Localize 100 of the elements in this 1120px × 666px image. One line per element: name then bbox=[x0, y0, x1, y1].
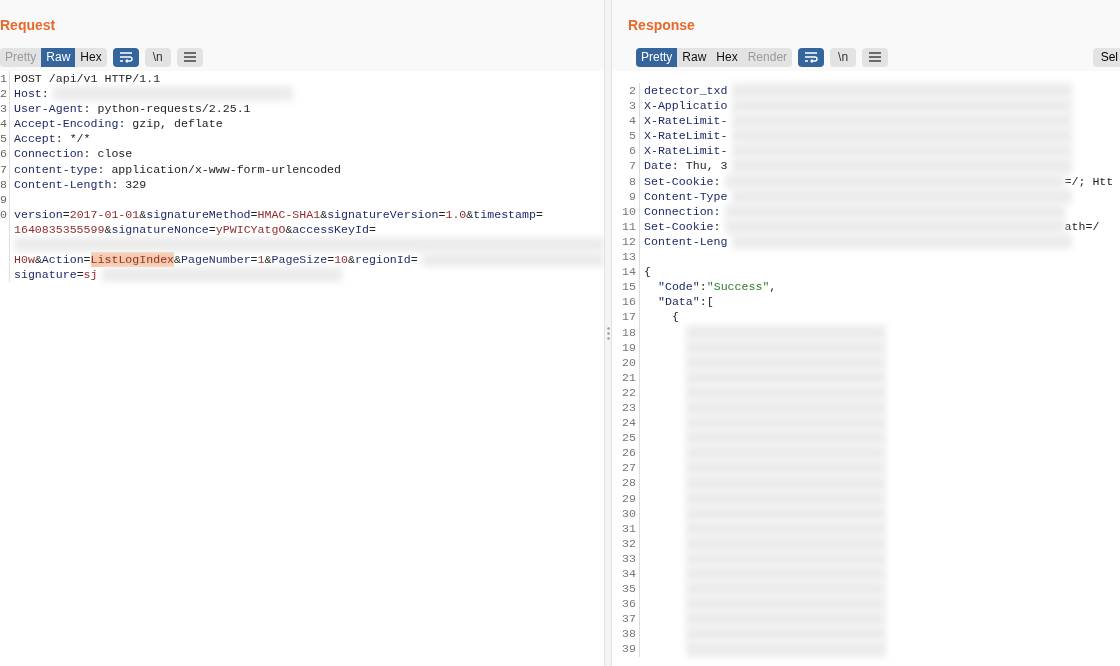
line-number: 30 bbox=[612, 505, 640, 521]
code-text: "Code" bbox=[658, 279, 700, 295]
line-number: 4 bbox=[612, 113, 640, 129]
code-text: = bbox=[83, 252, 91, 268]
code-text: POST /api/v1 HTTP/1.1 bbox=[14, 71, 161, 87]
code-text: X-RateLimit- bbox=[644, 113, 728, 129]
pane-title: Response bbox=[628, 16, 695, 34]
view-tab[interactable]: Hex bbox=[75, 47, 107, 67]
code-text: User-Agent bbox=[14, 101, 84, 117]
code-text: = bbox=[208, 221, 216, 238]
newline-toggle[interactable]: \n bbox=[144, 47, 171, 67]
code-text: = bbox=[410, 252, 418, 268]
menu-button[interactable] bbox=[176, 47, 203, 67]
code-text: , bbox=[769, 279, 777, 295]
word-wrap-button[interactable] bbox=[798, 47, 825, 67]
line-number: 22 bbox=[612, 384, 640, 400]
code-text: = bbox=[250, 206, 258, 222]
view-tab[interactable]: Raw bbox=[677, 47, 712, 67]
code-text: = bbox=[76, 267, 84, 283]
line-number: 4 bbox=[0, 116, 10, 132]
code-text: "Success" bbox=[706, 279, 770, 295]
code-text: & bbox=[285, 221, 293, 238]
line-number: 21 bbox=[612, 369, 640, 385]
code-text: 1.0 bbox=[445, 206, 467, 222]
code-text: signatureVersion bbox=[327, 206, 439, 222]
code-text: : bbox=[713, 218, 721, 234]
code-text: Content-Length bbox=[14, 176, 112, 192]
line-number: 32 bbox=[612, 535, 640, 551]
code-text: Content-Leng bbox=[644, 233, 728, 250]
line-number: 1 bbox=[0, 71, 10, 87]
code-text: Host bbox=[14, 86, 42, 102]
code-text: : bbox=[41, 86, 49, 102]
line-number: 39 bbox=[612, 641, 640, 657]
drag-handle-icon[interactable] bbox=[606, 326, 610, 340]
code-text: & bbox=[104, 221, 112, 238]
line-number: 7 bbox=[612, 158, 640, 174]
code-text: signatureNonce bbox=[111, 221, 209, 238]
line-number: 11 bbox=[612, 218, 640, 234]
line-number: 0 bbox=[0, 206, 10, 283]
code-text: : */* bbox=[55, 131, 91, 147]
code-text: detector_txd bbox=[644, 83, 728, 99]
line-number: 38 bbox=[612, 626, 640, 642]
line-number: 9 bbox=[0, 191, 10, 207]
code-text: PageNumber bbox=[181, 252, 251, 268]
view-tab[interactable]: Pretty bbox=[636, 47, 678, 67]
select-button[interactable]: Sel bbox=[1092, 47, 1120, 67]
view-tab[interactable]: Hex bbox=[711, 47, 743, 67]
code-text: accessKeyId bbox=[292, 221, 369, 238]
line-number: 6 bbox=[612, 143, 640, 159]
code-text: 1640835355599 bbox=[14, 221, 105, 238]
code-text: 1 bbox=[257, 252, 265, 268]
line-number: 7 bbox=[0, 161, 10, 177]
code-text: X-RateLimit- bbox=[644, 143, 728, 159]
code-text: signatureMethod bbox=[146, 206, 251, 222]
line-number: 35 bbox=[612, 581, 640, 597]
code-text: PageSize bbox=[271, 252, 328, 268]
code-text: = bbox=[327, 252, 335, 268]
line-number: 17 bbox=[612, 309, 640, 325]
code-text: :[ bbox=[699, 294, 714, 310]
line-number: 16 bbox=[612, 294, 640, 310]
code-text: : python-requests/2.25.1 bbox=[83, 101, 251, 117]
view-tab[interactable]: Raw bbox=[41, 47, 76, 67]
line-number: 9 bbox=[612, 188, 640, 204]
word-wrap-button[interactable] bbox=[112, 47, 139, 67]
code-text: & bbox=[320, 206, 328, 222]
code-text: version bbox=[14, 206, 63, 222]
menu-button[interactable] bbox=[862, 47, 889, 67]
newline-toggle[interactable]: \n bbox=[830, 47, 857, 67]
line-number: 25 bbox=[612, 430, 640, 446]
line-number: 29 bbox=[612, 490, 640, 506]
code-text: : bbox=[699, 279, 707, 295]
code-text: yPWICYatgO bbox=[215, 221, 286, 238]
line-number: 5 bbox=[612, 128, 640, 144]
code-text: Connection bbox=[644, 203, 714, 219]
line-number: 24 bbox=[612, 415, 640, 431]
code-text: signature bbox=[14, 267, 77, 283]
code-text: Set-Cookie bbox=[644, 173, 714, 189]
code-text: = bbox=[438, 206, 446, 222]
line-number: 20 bbox=[612, 354, 640, 370]
code-text: Set-Cookie bbox=[644, 218, 714, 234]
code-text: 2017-01-01 bbox=[69, 206, 140, 222]
line-number: 3 bbox=[0, 101, 10, 117]
code-text: & bbox=[348, 252, 356, 268]
line-number: 31 bbox=[612, 520, 640, 536]
code-text: & bbox=[466, 206, 474, 222]
code-text: 10 bbox=[334, 252, 349, 268]
word-wrap-icon bbox=[118, 51, 133, 63]
code-text: Accept bbox=[14, 131, 56, 147]
code-text: { bbox=[644, 264, 651, 280]
line-number: 6 bbox=[0, 146, 10, 162]
line-number: 27 bbox=[612, 460, 640, 476]
code-text: = bbox=[368, 221, 376, 238]
line-number: 28 bbox=[612, 475, 640, 491]
line-number: 36 bbox=[612, 596, 640, 612]
line-number: 10 bbox=[612, 203, 640, 219]
line-number: 18 bbox=[612, 324, 640, 340]
code-text: : Thu, 3 bbox=[671, 158, 728, 174]
code-text: = bbox=[535, 206, 543, 222]
line-number: 3 bbox=[612, 98, 640, 114]
code-text: : 329 bbox=[111, 176, 147, 192]
